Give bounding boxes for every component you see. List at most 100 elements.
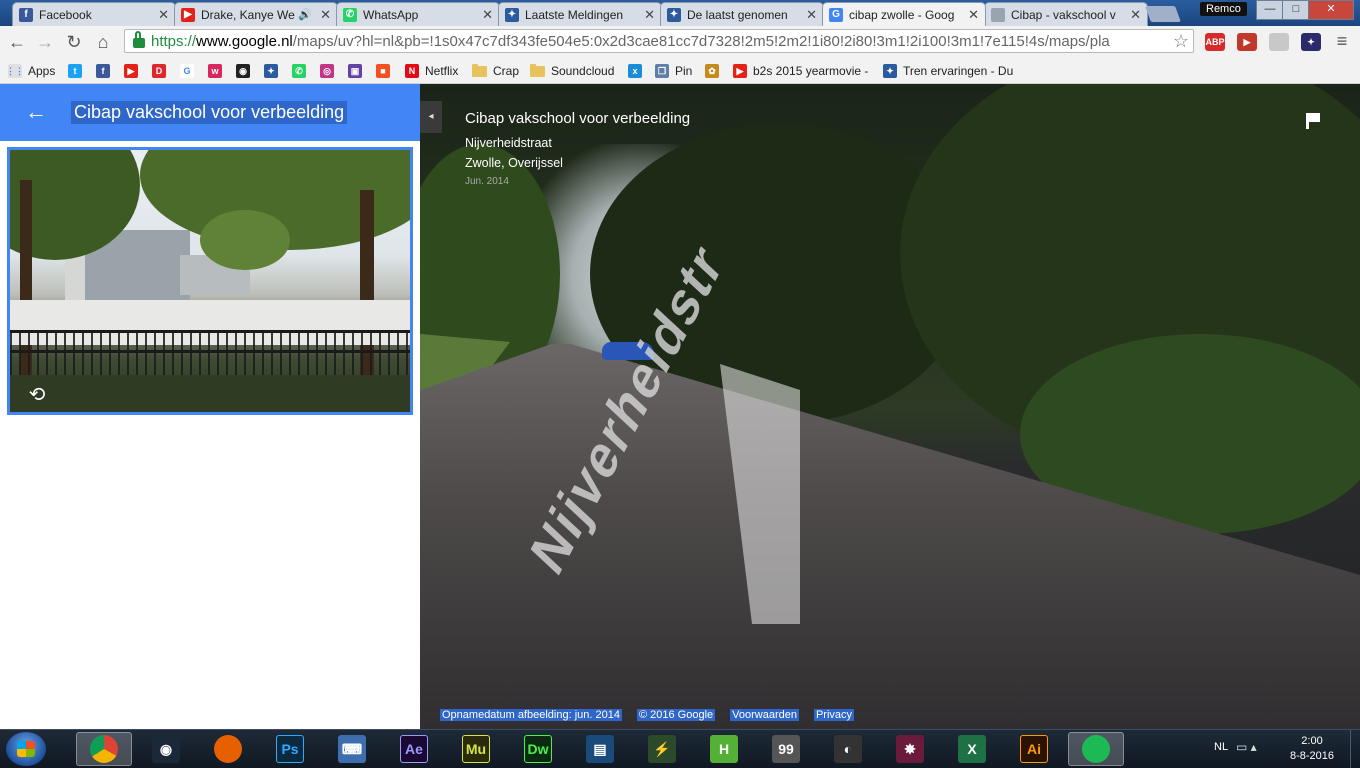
dumpert-icon: D xyxy=(152,64,166,78)
collapse-panel-button[interactable]: ◂ xyxy=(420,101,442,133)
google-icon: G xyxy=(829,7,843,22)
bookmark-item[interactable]: x xyxy=(628,62,642,80)
bookmark-label: Soundcloud xyxy=(551,64,615,78)
taskbar-app[interactable]: ⚡ xyxy=(634,732,690,766)
youtube-icon: ▶ xyxy=(733,64,747,78)
flag-ext-icon[interactable]: ✦ xyxy=(1301,33,1321,51)
blank-ext-icon[interactable] xyxy=(1269,33,1289,51)
taskbar-app[interactable]: 99 xyxy=(758,732,814,766)
photo-thumbnail[interactable]: ⟲ xyxy=(7,147,413,415)
window-close-button[interactable]: ✕ xyxy=(1308,0,1354,20)
browser-tab[interactable]: ▶ Drake, Kanye We 🔊 ✕ xyxy=(174,2,338,26)
pin-icon: ❒ xyxy=(655,64,669,78)
adblock-plus-icon[interactable]: ABP xyxy=(1205,33,1225,51)
back-button[interactable]: ← xyxy=(5,30,29,54)
tab-title: De laatst genomen xyxy=(687,7,788,22)
location-title[interactable]: Cibap vakschool voor verbeelding xyxy=(465,110,690,127)
tab-audio-icon[interactable]: 🔊 xyxy=(298,8,312,21)
chrome-menu-button[interactable]: ≡ xyxy=(1334,32,1350,50)
tab-close-icon[interactable]: ✕ xyxy=(1130,7,1141,23)
bookmark-item[interactable]: N Netflix xyxy=(405,62,458,80)
bookmark-item[interactable]: t xyxy=(68,62,82,80)
minimize-button[interactable]: — xyxy=(1256,0,1284,20)
taskbar-app[interactable] xyxy=(200,732,256,766)
forward-button[interactable]: → xyxy=(33,30,57,54)
back-arrow-icon[interactable]: ← xyxy=(22,98,50,126)
browser-tab[interactable]: ✆ WhatsApp ✕ xyxy=(336,2,500,26)
home-button[interactable]: ⌂ xyxy=(91,30,115,54)
bookmark-item[interactable]: f xyxy=(96,62,110,80)
tab-close-icon[interactable]: ✕ xyxy=(482,7,493,23)
location-street: Nijverheidstraat xyxy=(465,136,552,150)
youtube-ext-icon[interactable]: ▶ xyxy=(1237,33,1257,51)
rotate-360-icon[interactable]: ⟲ xyxy=(24,385,50,405)
tray-icons[interactable]: ▭ ▴ xyxy=(1236,740,1257,754)
new-tab-button[interactable] xyxy=(1145,6,1181,22)
tab-close-icon[interactable]: ✕ xyxy=(968,7,979,23)
bookmark-item[interactable]: G xyxy=(180,62,194,80)
bookmark-item[interactable]: Soundcloud xyxy=(530,62,614,80)
bookmark-item[interactable]: ✦ Tren ervaringen - Du xyxy=(883,62,1013,80)
bookmark-item[interactable]: ⋮⋮ Apps xyxy=(6,62,55,80)
taskbar-app[interactable]: ▤ xyxy=(572,732,628,766)
taskbar-app[interactable] xyxy=(76,732,132,766)
show-desktop-button[interactable] xyxy=(1350,730,1360,768)
illustrator-icon: Ai xyxy=(1020,735,1048,763)
system-clock[interactable]: 2:00 8-8-2016 xyxy=(1284,734,1340,764)
browser-tab[interactable]: ✦ De laatst genomen ✕ xyxy=(660,2,824,26)
bookmark-item[interactable]: ▣ xyxy=(348,62,362,80)
location-info: Cibap vakschool voor verbeelding Nijverh… xyxy=(465,110,690,187)
bookmark-item[interactable]: ▶ b2s 2015 yearmovie - xyxy=(733,62,868,80)
street-view-canvas[interactable]: Nijverheidstr ◂ Cibap vakschool voor ver… xyxy=(420,84,1360,729)
bookmark-item[interactable]: ✿ xyxy=(705,62,719,80)
browser-tab[interactable]: f Facebook ✕ xyxy=(12,2,176,26)
taskbar-app[interactable]: Mu xyxy=(448,732,504,766)
language-indicator[interactable]: NL xyxy=(1214,741,1228,753)
tab-close-icon[interactable]: ✕ xyxy=(806,7,817,23)
taskbar-app[interactable]: ◐ xyxy=(820,732,876,766)
bookmark-item[interactable]: ✦ xyxy=(264,62,278,80)
tab-close-icon[interactable]: ✕ xyxy=(644,7,655,23)
keyboard-icon: ⌨ xyxy=(338,735,366,763)
address-bar[interactable]: https://www.google.nl/maps/uv?hl=nl&pb=!… xyxy=(124,29,1194,53)
bookmark-item[interactable]: w xyxy=(208,62,222,80)
browser-tab[interactable]: Gcibap zwolle - Goog ✕ xyxy=(822,2,986,26)
tab-close-icon[interactable]: ✕ xyxy=(158,7,169,23)
terms-link[interactable]: Voorwaarden xyxy=(730,709,799,721)
bookmark-item[interactable]: Crap xyxy=(472,62,519,80)
taskbar-app[interactable]: ⌨ xyxy=(324,732,380,766)
bookmark-item[interactable]: ◉ xyxy=(236,62,250,80)
bookmark-item[interactable]: ✆ xyxy=(292,62,306,80)
maximize-button[interactable]: □ xyxy=(1282,0,1310,20)
bookmark-item[interactable]: ❒ Pin xyxy=(655,62,692,80)
taskbar-app[interactable]: Ae xyxy=(386,732,442,766)
tab-close-icon[interactable]: ✕ xyxy=(320,7,331,23)
browser-tab[interactable]: ✦ Laatste Meldingen ✕ xyxy=(498,2,662,26)
taskbar-app[interactable]: Ai xyxy=(1006,732,1062,766)
taskbar-app[interactable]: Dw xyxy=(510,732,566,766)
browser-tab[interactable]: Cibap - vakschool v ✕ xyxy=(984,2,1148,26)
bookmark-item[interactable]: D xyxy=(152,62,166,80)
bookmark-item[interactable]: ▶ xyxy=(124,62,138,80)
bookmark-item[interactable]: ◎ xyxy=(320,62,334,80)
taskbar-app[interactable]: ✸ xyxy=(882,732,938,766)
youtube-icon: ▶ xyxy=(124,64,138,78)
taskbar-app[interactable]: X xyxy=(944,732,1000,766)
tree-canopy xyxy=(200,210,290,270)
chrome-icon xyxy=(90,735,118,763)
taskbar-app[interactable]: H xyxy=(696,732,752,766)
report-flag-icon[interactable] xyxy=(1304,112,1322,130)
privacy-link[interactable]: Privacy xyxy=(813,709,855,721)
film-icon: ▤ xyxy=(586,735,614,763)
clock-date: 8-8-2016 xyxy=(1289,750,1335,762)
bookmark-item[interactable]: ■ xyxy=(376,62,390,80)
taskbar-app[interactable] xyxy=(1068,732,1124,766)
reload-button[interactable]: ↻ xyxy=(62,30,86,54)
profile-button[interactable]: Remco xyxy=(1200,2,1247,16)
start-button[interactable] xyxy=(6,732,46,766)
url-text[interactable]: https://www.google.nl/maps/uv?hl=nl&pb=!… xyxy=(151,33,1173,50)
taskbar-app[interactable]: Ps xyxy=(262,732,318,766)
microsoft-icon: ■ xyxy=(376,64,390,78)
bookmark-star-icon[interactable]: ☆ xyxy=(1173,31,1189,52)
taskbar-app[interactable]: ◉ xyxy=(138,732,194,766)
